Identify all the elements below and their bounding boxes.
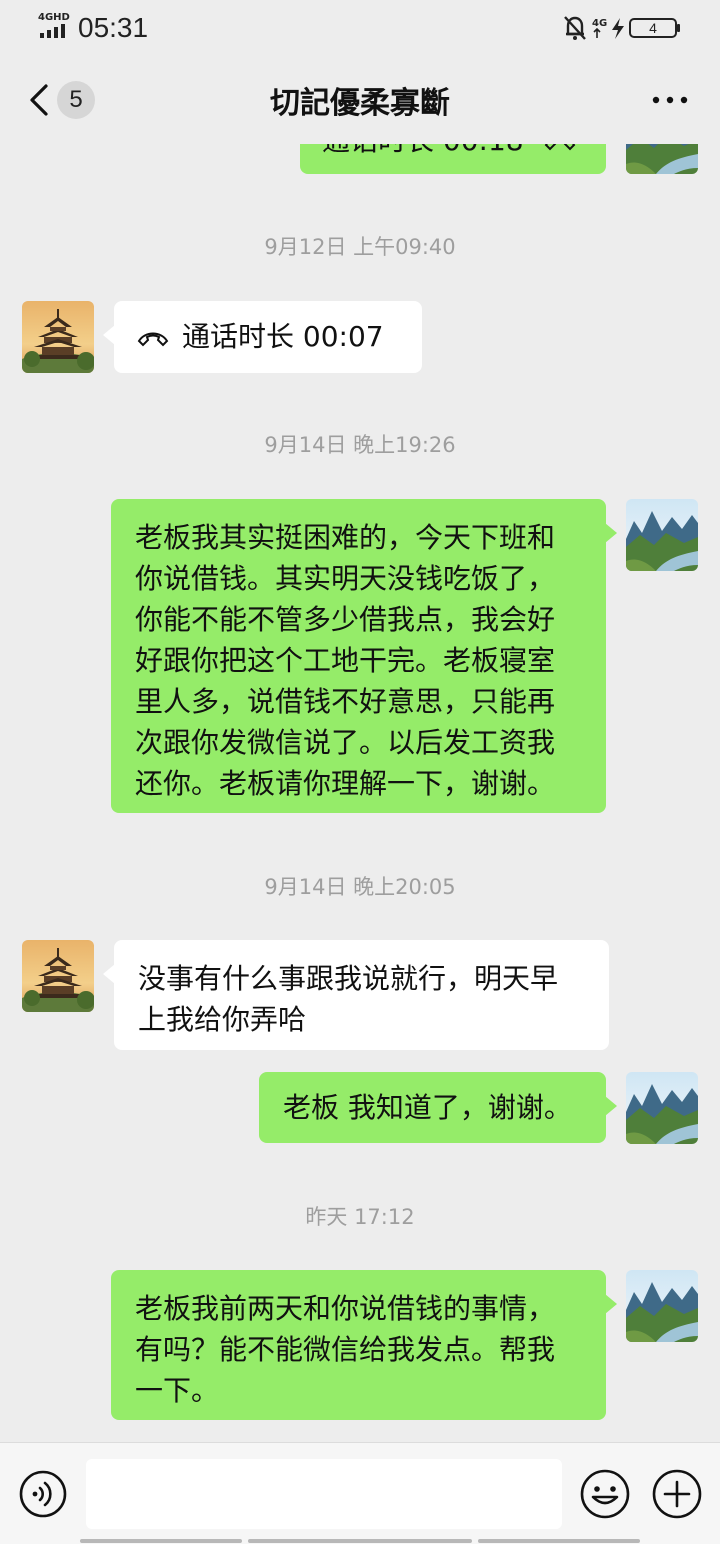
gesture-bar-left <box>80 1539 242 1543</box>
my-avatar[interactable] <box>626 1072 698 1144</box>
message-bubble[interactable]: 老板 我知道了，谢谢。 <box>259 1072 617 1143</box>
my-avatar[interactable] <box>626 499 698 571</box>
phone-handset-icon <box>137 332 169 347</box>
plus-icon[interactable] <box>650 1467 704 1521</box>
message-bubble[interactable]: 老板我其实挺困难的，今天下班和 你说借钱。其实明天没钱吃饭了， 你能不能不管多少… <box>111 499 617 813</box>
timestamp: 昨天 17:12 <box>305 1205 415 1229</box>
battery-level: 4 <box>649 20 657 36</box>
gesture-bar-right <box>478 1539 640 1543</box>
contact-avatar[interactable] <box>22 940 94 1012</box>
chat-title: 切記優柔寡斷 <box>270 86 450 121</box>
call-record-bubble[interactable]: 通话时长 00:18 <box>300 144 606 174</box>
message-line: 你能不能不管多少借我点，我会好 <box>135 603 556 636</box>
status-right-group: 4G 4 <box>564 16 680 40</box>
message-line: 次跟你发微信说了。以后发工资我 <box>135 726 556 759</box>
call-duration-text: 通话时长 00:18 <box>322 144 524 157</box>
call-duration-text: 通话时长 00:07 <box>182 320 384 353</box>
phone-handset-icon <box>544 144 575 151</box>
charging-icon <box>612 18 624 39</box>
message-line: 里人多，说借钱不好意思，只能再 <box>135 685 556 718</box>
message-bubble[interactable]: 没事有什么事跟我说就行，明天早 上我给你弄哈 <box>103 940 609 1050</box>
message-line: 有吗？能不能微信给我发点。帮我 <box>135 1333 556 1366</box>
message-line: 一下。 <box>135 1374 220 1407</box>
data-arrows-icon <box>593 27 601 38</box>
more-dots-icon[interactable] <box>650 86 690 114</box>
unread-count-badge[interactable]: 5 <box>57 81 95 119</box>
message-line: 好跟你把这个工地干完。老板寝室 <box>135 644 556 677</box>
status-bar: 4GHD 05:31 4G 4 <box>0 0 720 56</box>
network-4g-label: 4G <box>592 18 607 29</box>
message-input[interactable] <box>86 1459 562 1529</box>
message-line: 老板我前两天和你说借钱的事情， <box>135 1292 556 1325</box>
message-line: 老板 我知道了，谢谢。 <box>283 1091 572 1124</box>
message-line: 老板我其实挺困难的，今天下班和 <box>135 521 556 554</box>
emoji-icon[interactable] <box>578 1467 632 1521</box>
chat-header: 5 切記優柔寡斷 <box>0 56 720 144</box>
my-avatar[interactable] <box>626 144 698 174</box>
input-bar <box>0 1442 720 1544</box>
mute-bell-icon <box>564 16 586 40</box>
my-avatar[interactable] <box>626 1270 698 1342</box>
signal-icon <box>40 24 65 38</box>
voice-icon[interactable] <box>18 1469 68 1519</box>
message-line: 你说借钱。其实明天没钱吃饭了， <box>135 562 556 595</box>
timestamp: 9月14日 晚上19:26 <box>264 433 456 457</box>
timestamp: 9月14日 晚上20:05 <box>264 875 456 899</box>
message-list[interactable]: 通话时长 00:18 9月12日 上午09:40 通话时长 00:07 9月14… <box>0 144 720 1442</box>
gesture-bar-middle <box>248 1539 472 1543</box>
clock: 05:31 <box>78 12 149 43</box>
timestamp: 9月12日 上午09:40 <box>264 235 456 259</box>
network-type: 4GHD <box>38 12 70 23</box>
call-record-bubble[interactable]: 通话时长 00:07 <box>103 301 422 373</box>
message-line: 没事有什么事跟我说就行，明天早 <box>138 962 559 995</box>
message-bubble[interactable]: 老板我前两天和你说借钱的事情， 有吗？能不能微信给我发点。帮我 一下。 <box>111 1270 617 1420</box>
contact-avatar[interactable] <box>22 301 94 373</box>
message-line: 上我给你弄哈 <box>138 1003 307 1036</box>
message-line: 还你。老板请你理解一下，谢谢。 <box>135 767 556 800</box>
